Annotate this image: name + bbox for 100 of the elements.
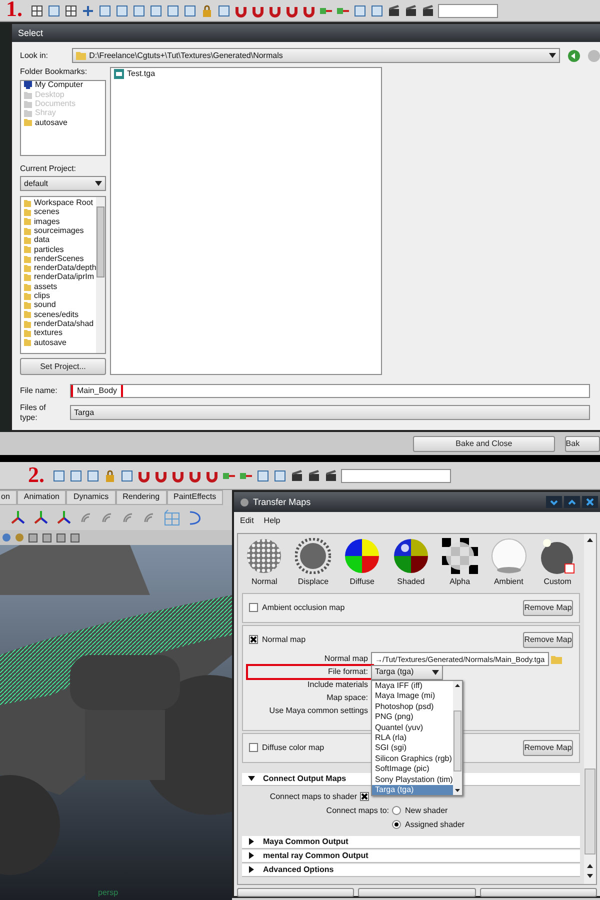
folder-item[interactable]: textures <box>21 328 96 338</box>
plus-icon[interactable] <box>81 4 95 18</box>
file-type-dropdown[interactable]: Targa <box>70 405 590 420</box>
sound-wave-icon[interactable] <box>121 510 135 524</box>
dropdown-option[interactable]: SoftImage (pic) <box>372 764 453 774</box>
bookmark-item[interactable]: My Computer <box>21 80 105 90</box>
clapper-icon[interactable] <box>421 4 435 18</box>
square-icon[interactable] <box>256 468 270 482</box>
clapper-icon[interactable] <box>324 468 338 482</box>
dropdown-option[interactable]: PNG (png) <box>372 712 453 722</box>
file-item[interactable]: Test.tga <box>111 68 381 80</box>
format-dropdown[interactable]: Targa (tga) <box>371 664 443 680</box>
shelf-tab[interactable]: on <box>0 490 17 505</box>
look-in-dropdown[interactable]: D:\Freelance\Cgtuts+\Tut\Textures\Generated\Normals <box>72 48 560 63</box>
dropdown-option[interactable]: Photoshop (psd) <box>372 701 453 712</box>
square-icon[interactable] <box>56 532 66 542</box>
square-icon[interactable] <box>132 4 146 18</box>
square-icon[interactable] <box>86 468 100 482</box>
square-icon[interactable] <box>115 4 129 18</box>
scrollbar[interactable] <box>453 680 462 795</box>
folder-item[interactable]: assets <box>21 282 96 292</box>
folder-item[interactable]: Workspace Root <box>21 198 96 208</box>
clapper-icon[interactable] <box>387 4 401 18</box>
dropdown-option[interactable]: Targa (tga) <box>372 784 453 795</box>
lock-icon[interactable] <box>200 4 214 18</box>
dropdown-option[interactable]: Quantel (yuv) <box>372 722 453 733</box>
bake-button[interactable]: Bake and Close <box>413 436 555 452</box>
remove-map-button[interactable]: Remove Map <box>523 740 573 756</box>
expand-triangle-icon[interactable] <box>248 866 255 874</box>
expand-triangle-icon[interactable] <box>248 838 255 846</box>
square-icon[interactable] <box>52 468 66 482</box>
square-icon[interactable] <box>98 4 112 18</box>
folder-item[interactable]: renderData/depth <box>21 263 96 273</box>
folder-item[interactable]: renderData/iprIm <box>21 272 96 282</box>
shaded-sphere-icon[interactable] <box>392 538 429 574</box>
lock-icon[interactable] <box>103 468 117 482</box>
set-project-button[interactable]: Set Project... <box>20 358 106 376</box>
radio-button[interactable] <box>392 820 401 830</box>
square-icon[interactable] <box>353 4 367 18</box>
folder-item[interactable]: autosave <box>21 338 96 347</box>
square-icon[interactable] <box>370 4 384 18</box>
dialog-button[interactable] <box>358 888 476 897</box>
clapper-icon[interactable] <box>307 468 321 482</box>
bumpy-sphere-icon[interactable] <box>246 538 282 574</box>
checkbox[interactable] <box>249 743 258 752</box>
toolbar-input-field[interactable] <box>438 4 498 18</box>
square-icon[interactable] <box>273 468 287 482</box>
grid-icon[interactable] <box>64 4 78 18</box>
dialog-button[interactable] <box>480 888 597 897</box>
bake-button[interactable]: Bak <box>564 436 600 452</box>
shelf-tab[interactable]: Dynamics <box>66 490 116 505</box>
sound-wave-icon[interactable] <box>142 510 156 524</box>
maximize-icon[interactable] <box>564 496 580 508</box>
remove-map-button[interactable]: Remove Map <box>523 632 573 648</box>
clapper-icon[interactable] <box>290 468 304 482</box>
folder-item[interactable]: images <box>21 216 96 226</box>
section-header[interactable]: Advanced Options <box>242 864 580 877</box>
folder-item[interactable]: sourceimages <box>21 226 96 236</box>
folder-item[interactable]: scenes <box>21 207 96 217</box>
bookmark-item[interactable]: autosave <box>21 118 105 128</box>
scrollbar[interactable] <box>96 197 105 354</box>
clapper-icon[interactable] <box>404 4 418 18</box>
folder-item[interactable]: data <box>21 235 96 245</box>
axis-icon[interactable] <box>33 510 49 526</box>
sound-wave-icon[interactable] <box>100 510 114 524</box>
checkbox[interactable] <box>360 792 369 802</box>
toolbar-input-field[interactable] <box>341 468 451 482</box>
remove-map-button[interactable]: Remove Map <box>523 600 573 616</box>
axis-icon[interactable] <box>10 510 26 526</box>
collapse-triangle-icon[interactable] <box>248 775 255 782</box>
folder-item[interactable]: particles <box>21 244 96 254</box>
square-icon[interactable] <box>166 4 180 18</box>
sound-wave-icon[interactable] <box>79 510 93 524</box>
minimize-icon[interactable] <box>546 496 562 508</box>
section-header[interactable]: Maya Common Output <box>242 836 580 849</box>
square-icon[interactable] <box>70 532 80 542</box>
shelf-tab[interactable]: Rendering <box>116 490 167 505</box>
shelf-tab[interactable]: PaintEffects <box>166 490 224 505</box>
square-icon[interactable] <box>183 4 197 18</box>
dropdown-option[interactable]: Silicon Graphics (rgb) <box>372 753 453 764</box>
dropdown-option[interactable]: SGI (sgi) <box>372 742 453 754</box>
close-icon[interactable] <box>582 496 598 508</box>
square-icon[interactable] <box>28 532 38 542</box>
menu-item[interactable]: Help <box>264 516 280 526</box>
folder-item[interactable]: renderScenes <box>21 254 96 264</box>
shelf-tab[interactable]: Animation <box>16 490 66 505</box>
square-icon[interactable] <box>42 532 52 542</box>
radio-option[interactable]: Assigned shader <box>392 820 465 830</box>
dropdown-option[interactable]: RLA (rla) <box>372 732 453 743</box>
folder-item[interactable]: sound <box>21 300 96 310</box>
project-dropdown[interactable]: default <box>20 176 106 192</box>
file-name-field[interactable]: Main_Body <box>70 384 590 398</box>
folder-item[interactable]: clips <box>21 291 96 300</box>
grid-icon[interactable] <box>30 4 44 18</box>
dialog-button[interactable] <box>237 888 354 897</box>
section-header[interactable]: mental ray Common Output <box>242 850 580 863</box>
dropdown-option[interactable]: Sony Playstation (tim) <box>372 774 453 784</box>
menu-item[interactable]: Edit <box>240 516 254 526</box>
radio-option[interactable]: New shader <box>392 806 448 816</box>
folder-item[interactable]: scenes/edits <box>21 310 96 320</box>
